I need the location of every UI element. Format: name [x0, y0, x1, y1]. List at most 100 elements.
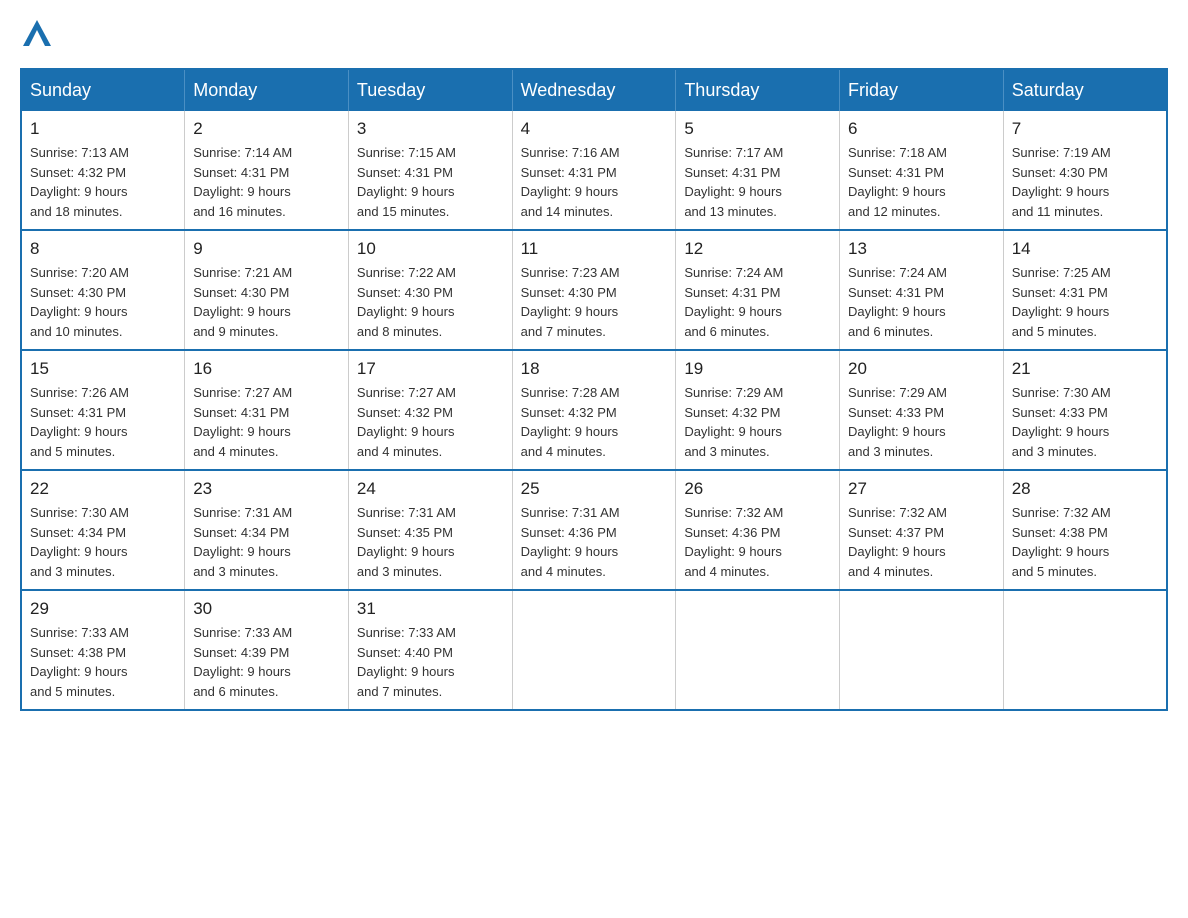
day-number: 18 [521, 359, 668, 379]
day-number: 5 [684, 119, 831, 139]
calendar-cell: 12 Sunrise: 7:24 AM Sunset: 4:31 PM Dayl… [676, 230, 840, 350]
day-info: Sunrise: 7:27 AM Sunset: 4:32 PM Dayligh… [357, 383, 504, 461]
calendar-cell: 5 Sunrise: 7:17 AM Sunset: 4:31 PM Dayli… [676, 111, 840, 230]
calendar-cell [512, 590, 676, 710]
day-number: 24 [357, 479, 504, 499]
day-number: 7 [1012, 119, 1158, 139]
day-info: Sunrise: 7:31 AM Sunset: 4:36 PM Dayligh… [521, 503, 668, 581]
day-number: 20 [848, 359, 995, 379]
day-number: 14 [1012, 239, 1158, 259]
calendar-cell: 31 Sunrise: 7:33 AM Sunset: 4:40 PM Dayl… [348, 590, 512, 710]
calendar-cell: 10 Sunrise: 7:22 AM Sunset: 4:30 PM Dayl… [348, 230, 512, 350]
calendar-cell: 21 Sunrise: 7:30 AM Sunset: 4:33 PM Dayl… [1003, 350, 1167, 470]
calendar-cell: 13 Sunrise: 7:24 AM Sunset: 4:31 PM Dayl… [840, 230, 1004, 350]
logo-triangle-icon [23, 20, 51, 46]
day-number: 21 [1012, 359, 1158, 379]
day-number: 11 [521, 239, 668, 259]
day-info: Sunrise: 7:20 AM Sunset: 4:30 PM Dayligh… [30, 263, 176, 341]
day-info: Sunrise: 7:31 AM Sunset: 4:34 PM Dayligh… [193, 503, 340, 581]
calendar-cell [1003, 590, 1167, 710]
day-info: Sunrise: 7:21 AM Sunset: 4:30 PM Dayligh… [193, 263, 340, 341]
day-number: 12 [684, 239, 831, 259]
day-number: 22 [30, 479, 176, 499]
calendar-cell: 23 Sunrise: 7:31 AM Sunset: 4:34 PM Dayl… [185, 470, 349, 590]
calendar-cell: 14 Sunrise: 7:25 AM Sunset: 4:31 PM Dayl… [1003, 230, 1167, 350]
day-number: 23 [193, 479, 340, 499]
calendar-cell: 29 Sunrise: 7:33 AM Sunset: 4:38 PM Dayl… [21, 590, 185, 710]
day-info: Sunrise: 7:19 AM Sunset: 4:30 PM Dayligh… [1012, 143, 1158, 221]
day-info: Sunrise: 7:26 AM Sunset: 4:31 PM Dayligh… [30, 383, 176, 461]
calendar-cell: 11 Sunrise: 7:23 AM Sunset: 4:30 PM Dayl… [512, 230, 676, 350]
calendar-cell: 17 Sunrise: 7:27 AM Sunset: 4:32 PM Dayl… [348, 350, 512, 470]
calendar-cell: 28 Sunrise: 7:32 AM Sunset: 4:38 PM Dayl… [1003, 470, 1167, 590]
calendar-cell: 20 Sunrise: 7:29 AM Sunset: 4:33 PM Dayl… [840, 350, 1004, 470]
day-number: 4 [521, 119, 668, 139]
day-number: 13 [848, 239, 995, 259]
day-number: 19 [684, 359, 831, 379]
day-info: Sunrise: 7:33 AM Sunset: 4:40 PM Dayligh… [357, 623, 504, 701]
header-sunday: Sunday [21, 69, 185, 111]
day-number: 16 [193, 359, 340, 379]
header-wednesday: Wednesday [512, 69, 676, 111]
day-info: Sunrise: 7:29 AM Sunset: 4:33 PM Dayligh… [848, 383, 995, 461]
day-info: Sunrise: 7:13 AM Sunset: 4:32 PM Dayligh… [30, 143, 176, 221]
calendar-cell: 15 Sunrise: 7:26 AM Sunset: 4:31 PM Dayl… [21, 350, 185, 470]
calendar-cell: 22 Sunrise: 7:30 AM Sunset: 4:34 PM Dayl… [21, 470, 185, 590]
calendar-cell: 4 Sunrise: 7:16 AM Sunset: 4:31 PM Dayli… [512, 111, 676, 230]
header-tuesday: Tuesday [348, 69, 512, 111]
calendar-cell: 16 Sunrise: 7:27 AM Sunset: 4:31 PM Dayl… [185, 350, 349, 470]
calendar-cell: 6 Sunrise: 7:18 AM Sunset: 4:31 PM Dayli… [840, 111, 1004, 230]
day-info: Sunrise: 7:24 AM Sunset: 4:31 PM Dayligh… [848, 263, 995, 341]
day-number: 3 [357, 119, 504, 139]
day-info: Sunrise: 7:22 AM Sunset: 4:30 PM Dayligh… [357, 263, 504, 341]
day-number: 9 [193, 239, 340, 259]
calendar-week-row: 29 Sunrise: 7:33 AM Sunset: 4:38 PM Dayl… [21, 590, 1167, 710]
header-thursday: Thursday [676, 69, 840, 111]
calendar-cell: 30 Sunrise: 7:33 AM Sunset: 4:39 PM Dayl… [185, 590, 349, 710]
day-info: Sunrise: 7:33 AM Sunset: 4:39 PM Dayligh… [193, 623, 340, 701]
page-header [20, 20, 1168, 48]
day-info: Sunrise: 7:27 AM Sunset: 4:31 PM Dayligh… [193, 383, 340, 461]
day-info: Sunrise: 7:17 AM Sunset: 4:31 PM Dayligh… [684, 143, 831, 221]
day-number: 6 [848, 119, 995, 139]
day-number: 30 [193, 599, 340, 619]
calendar-cell: 25 Sunrise: 7:31 AM Sunset: 4:36 PM Dayl… [512, 470, 676, 590]
day-info: Sunrise: 7:25 AM Sunset: 4:31 PM Dayligh… [1012, 263, 1158, 341]
calendar-week-row: 8 Sunrise: 7:20 AM Sunset: 4:30 PM Dayli… [21, 230, 1167, 350]
day-info: Sunrise: 7:31 AM Sunset: 4:35 PM Dayligh… [357, 503, 504, 581]
day-info: Sunrise: 7:16 AM Sunset: 4:31 PM Dayligh… [521, 143, 668, 221]
day-number: 17 [357, 359, 504, 379]
day-number: 28 [1012, 479, 1158, 499]
logo [20, 20, 51, 48]
day-info: Sunrise: 7:32 AM Sunset: 4:38 PM Dayligh… [1012, 503, 1158, 581]
header-saturday: Saturday [1003, 69, 1167, 111]
calendar-cell: 9 Sunrise: 7:21 AM Sunset: 4:30 PM Dayli… [185, 230, 349, 350]
calendar-week-row: 1 Sunrise: 7:13 AM Sunset: 4:32 PM Dayli… [21, 111, 1167, 230]
day-number: 26 [684, 479, 831, 499]
calendar-cell: 24 Sunrise: 7:31 AM Sunset: 4:35 PM Dayl… [348, 470, 512, 590]
day-number: 2 [193, 119, 340, 139]
header-monday: Monday [185, 69, 349, 111]
day-number: 29 [30, 599, 176, 619]
calendar-cell: 18 Sunrise: 7:28 AM Sunset: 4:32 PM Dayl… [512, 350, 676, 470]
day-number: 15 [30, 359, 176, 379]
calendar-cell: 3 Sunrise: 7:15 AM Sunset: 4:31 PM Dayli… [348, 111, 512, 230]
day-info: Sunrise: 7:28 AM Sunset: 4:32 PM Dayligh… [521, 383, 668, 461]
calendar-cell [840, 590, 1004, 710]
day-info: Sunrise: 7:23 AM Sunset: 4:30 PM Dayligh… [521, 263, 668, 341]
day-info: Sunrise: 7:32 AM Sunset: 4:36 PM Dayligh… [684, 503, 831, 581]
calendar-cell: 19 Sunrise: 7:29 AM Sunset: 4:32 PM Dayl… [676, 350, 840, 470]
calendar-cell: 7 Sunrise: 7:19 AM Sunset: 4:30 PM Dayli… [1003, 111, 1167, 230]
day-info: Sunrise: 7:29 AM Sunset: 4:32 PM Dayligh… [684, 383, 831, 461]
day-number: 25 [521, 479, 668, 499]
day-info: Sunrise: 7:32 AM Sunset: 4:37 PM Dayligh… [848, 503, 995, 581]
calendar-cell: 27 Sunrise: 7:32 AM Sunset: 4:37 PM Dayl… [840, 470, 1004, 590]
day-info: Sunrise: 7:18 AM Sunset: 4:31 PM Dayligh… [848, 143, 995, 221]
day-number: 27 [848, 479, 995, 499]
calendar-cell: 1 Sunrise: 7:13 AM Sunset: 4:32 PM Dayli… [21, 111, 185, 230]
calendar-cell [676, 590, 840, 710]
calendar-week-row: 15 Sunrise: 7:26 AM Sunset: 4:31 PM Dayl… [21, 350, 1167, 470]
day-info: Sunrise: 7:33 AM Sunset: 4:38 PM Dayligh… [30, 623, 176, 701]
day-info: Sunrise: 7:30 AM Sunset: 4:33 PM Dayligh… [1012, 383, 1158, 461]
day-info: Sunrise: 7:14 AM Sunset: 4:31 PM Dayligh… [193, 143, 340, 221]
